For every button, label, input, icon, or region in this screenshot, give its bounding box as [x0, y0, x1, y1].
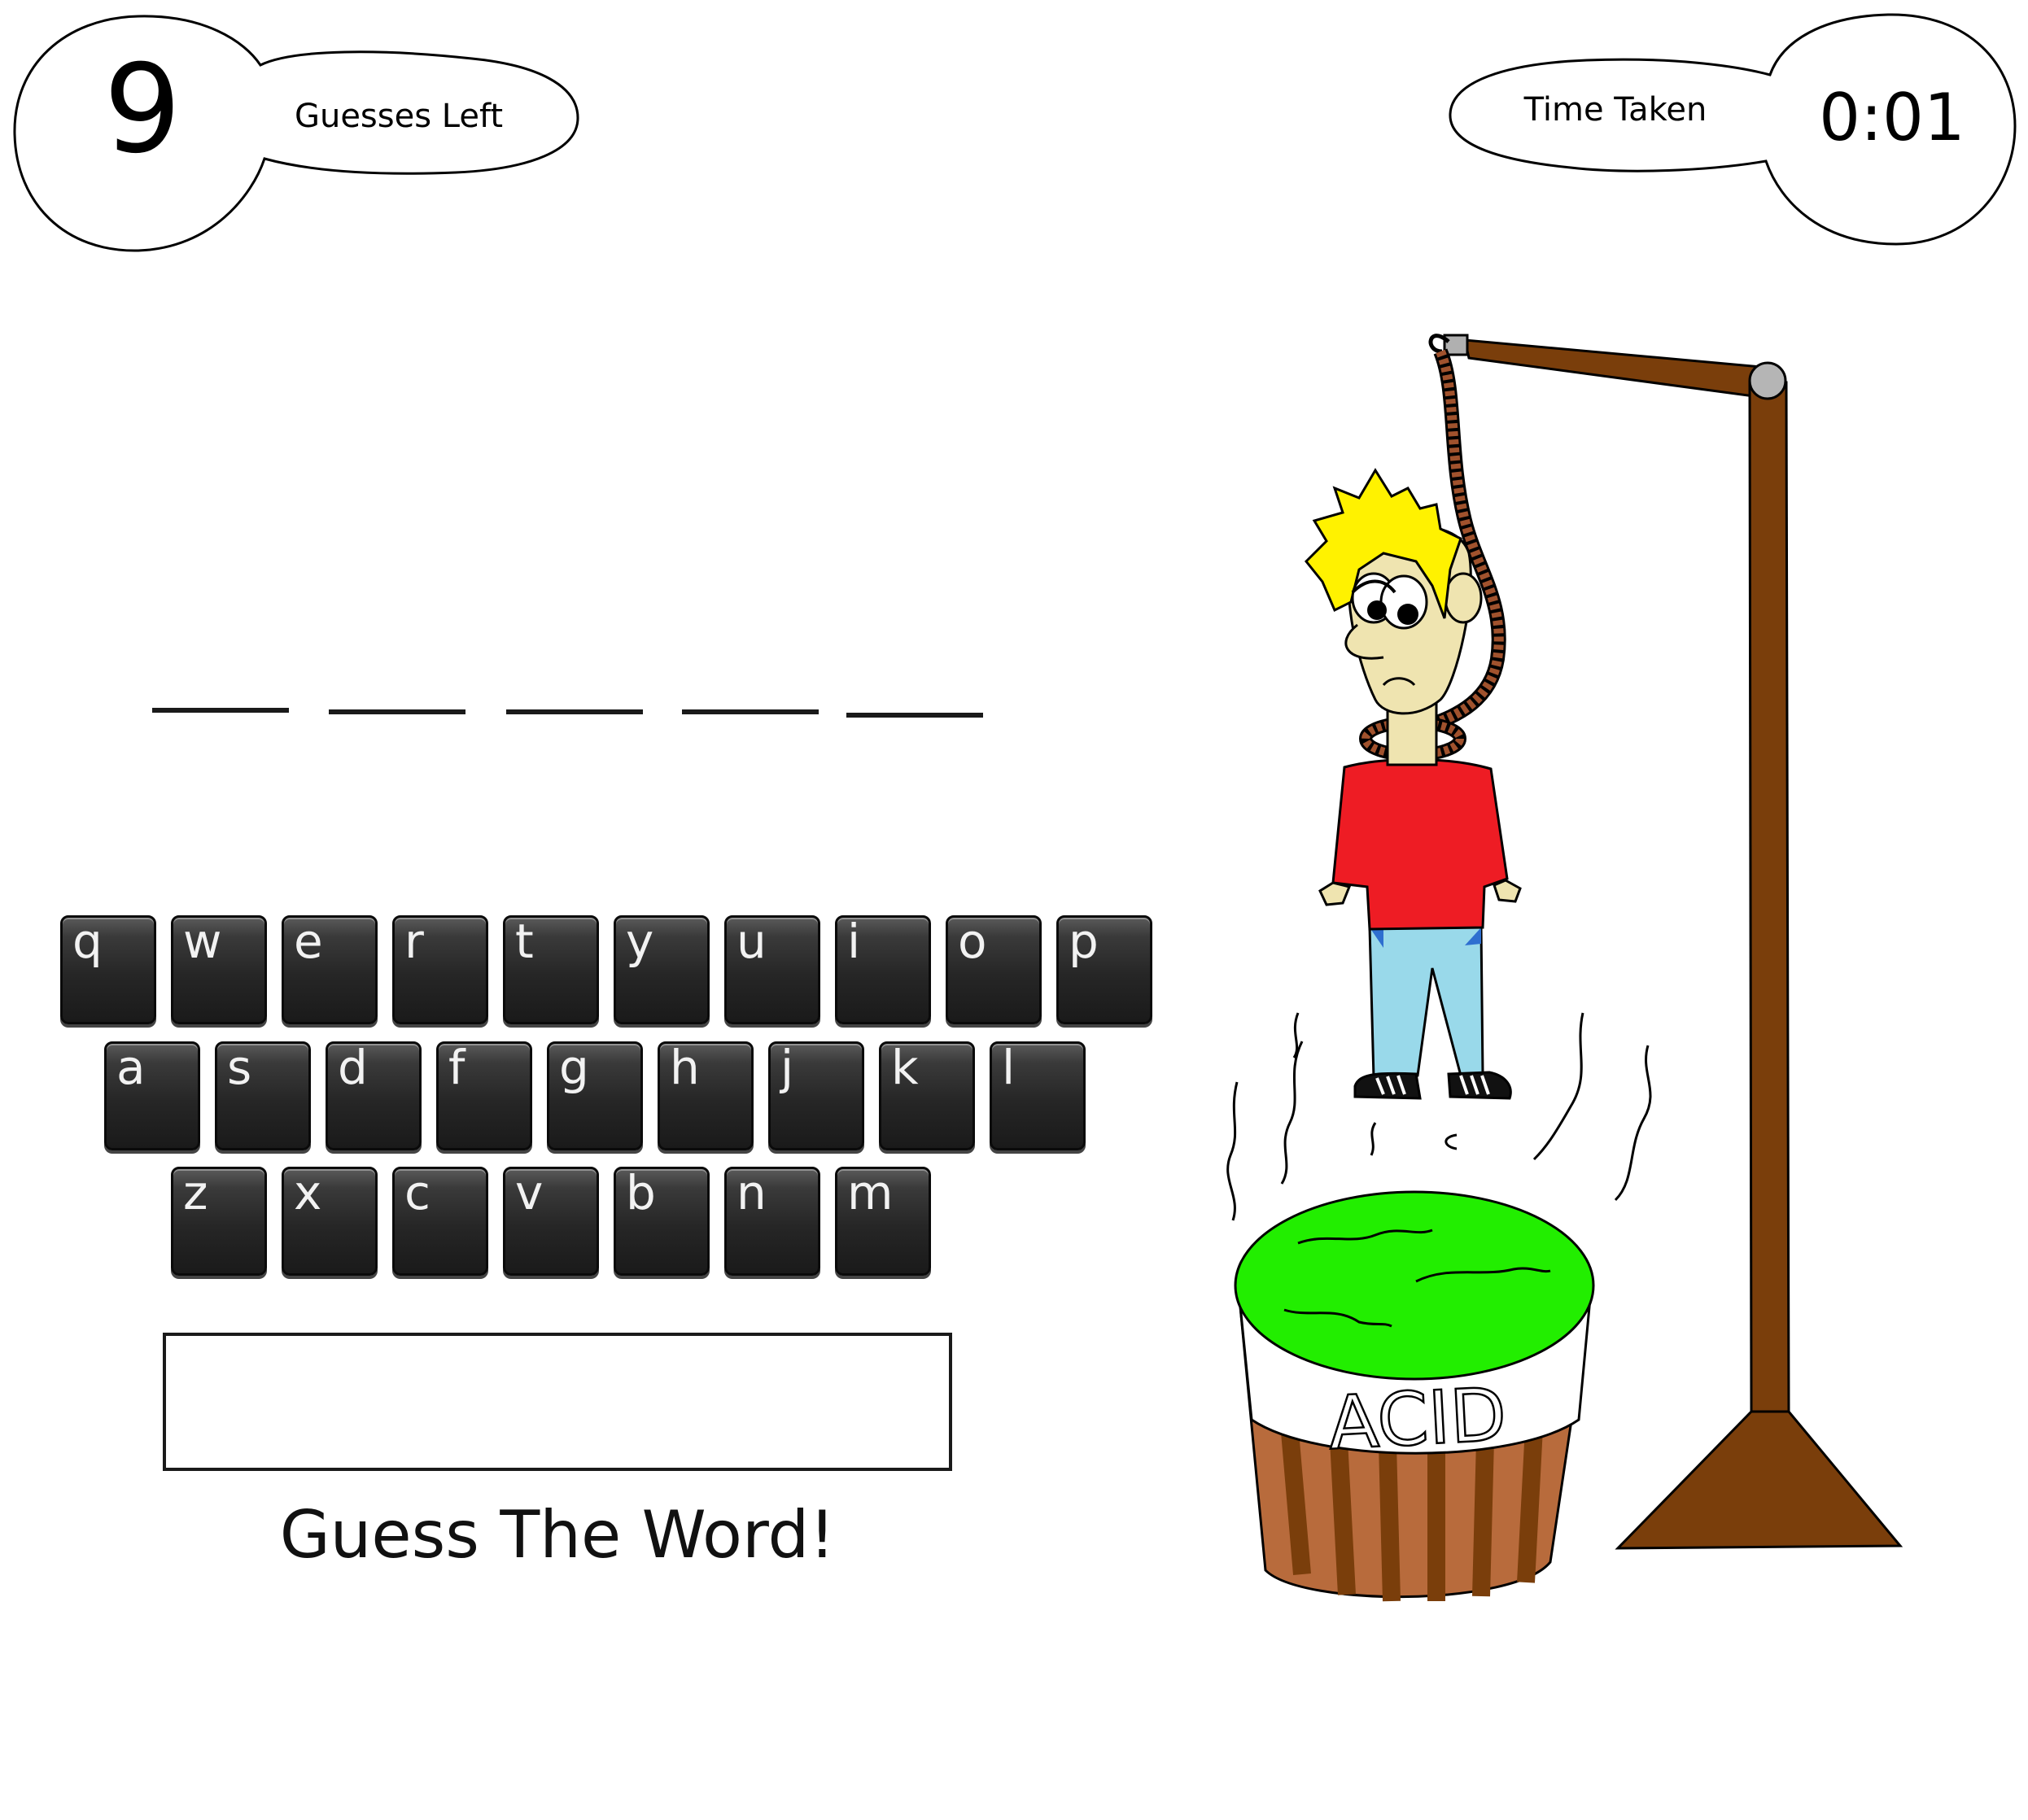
key-i[interactable]: i — [835, 915, 931, 1024]
key-x[interactable]: x — [282, 1167, 378, 1276]
guess-input[interactable] — [163, 1333, 952, 1471]
key-a[interactable]: a — [104, 1041, 200, 1150]
guesses-left-count: 9 — [103, 39, 181, 181]
word-slot — [506, 709, 643, 714]
key-t[interactable]: t — [503, 915, 599, 1024]
key-y[interactable]: y — [614, 915, 710, 1024]
key-c[interactable]: c — [392, 1167, 488, 1276]
hangman-illustration: ACID — [1226, 334, 1903, 1602]
key-g[interactable]: g — [547, 1041, 643, 1150]
time-taken-value: 0:01 — [1819, 80, 1965, 155]
acid-label: ACID — [1327, 1372, 1509, 1466]
time-taken-label: Time Taken — [1523, 91, 1707, 129]
guess-the-word-title: Guess The Word! — [279, 1497, 836, 1573]
key-f[interactable]: f — [436, 1041, 532, 1150]
acid-barrel: ACID — [1234, 1190, 1595, 1602]
key-s[interactable]: s — [215, 1041, 311, 1150]
hangman-figure — [1304, 468, 1522, 1100]
key-q[interactable]: q — [60, 915, 156, 1024]
key-z[interactable]: z — [171, 1167, 267, 1276]
word-slot — [329, 709, 465, 714]
key-o[interactable]: o — [946, 915, 1042, 1024]
key-l[interactable]: l — [990, 1041, 1086, 1150]
key-m[interactable]: m — [835, 1167, 931, 1276]
key-d[interactable]: d — [326, 1041, 422, 1150]
guesses-left-label: Guesses Left — [294, 98, 504, 135]
key-h[interactable]: h — [658, 1041, 754, 1150]
key-b[interactable]: b — [614, 1167, 710, 1276]
word-slot — [846, 713, 983, 718]
key-j[interactable]: j — [768, 1041, 864, 1150]
key-k[interactable]: k — [879, 1041, 975, 1150]
acid-fumes — [1226, 1012, 1652, 1221]
key-n[interactable]: n — [724, 1167, 820, 1276]
key-w[interactable]: w — [171, 915, 267, 1024]
word-slot — [152, 708, 289, 713]
key-u[interactable]: u — [724, 915, 820, 1024]
key-e[interactable]: e — [282, 915, 378, 1024]
key-v[interactable]: v — [503, 1167, 599, 1276]
key-p[interactable]: p — [1056, 915, 1152, 1024]
key-r[interactable]: r — [392, 915, 488, 1024]
word-slot — [682, 709, 819, 714]
